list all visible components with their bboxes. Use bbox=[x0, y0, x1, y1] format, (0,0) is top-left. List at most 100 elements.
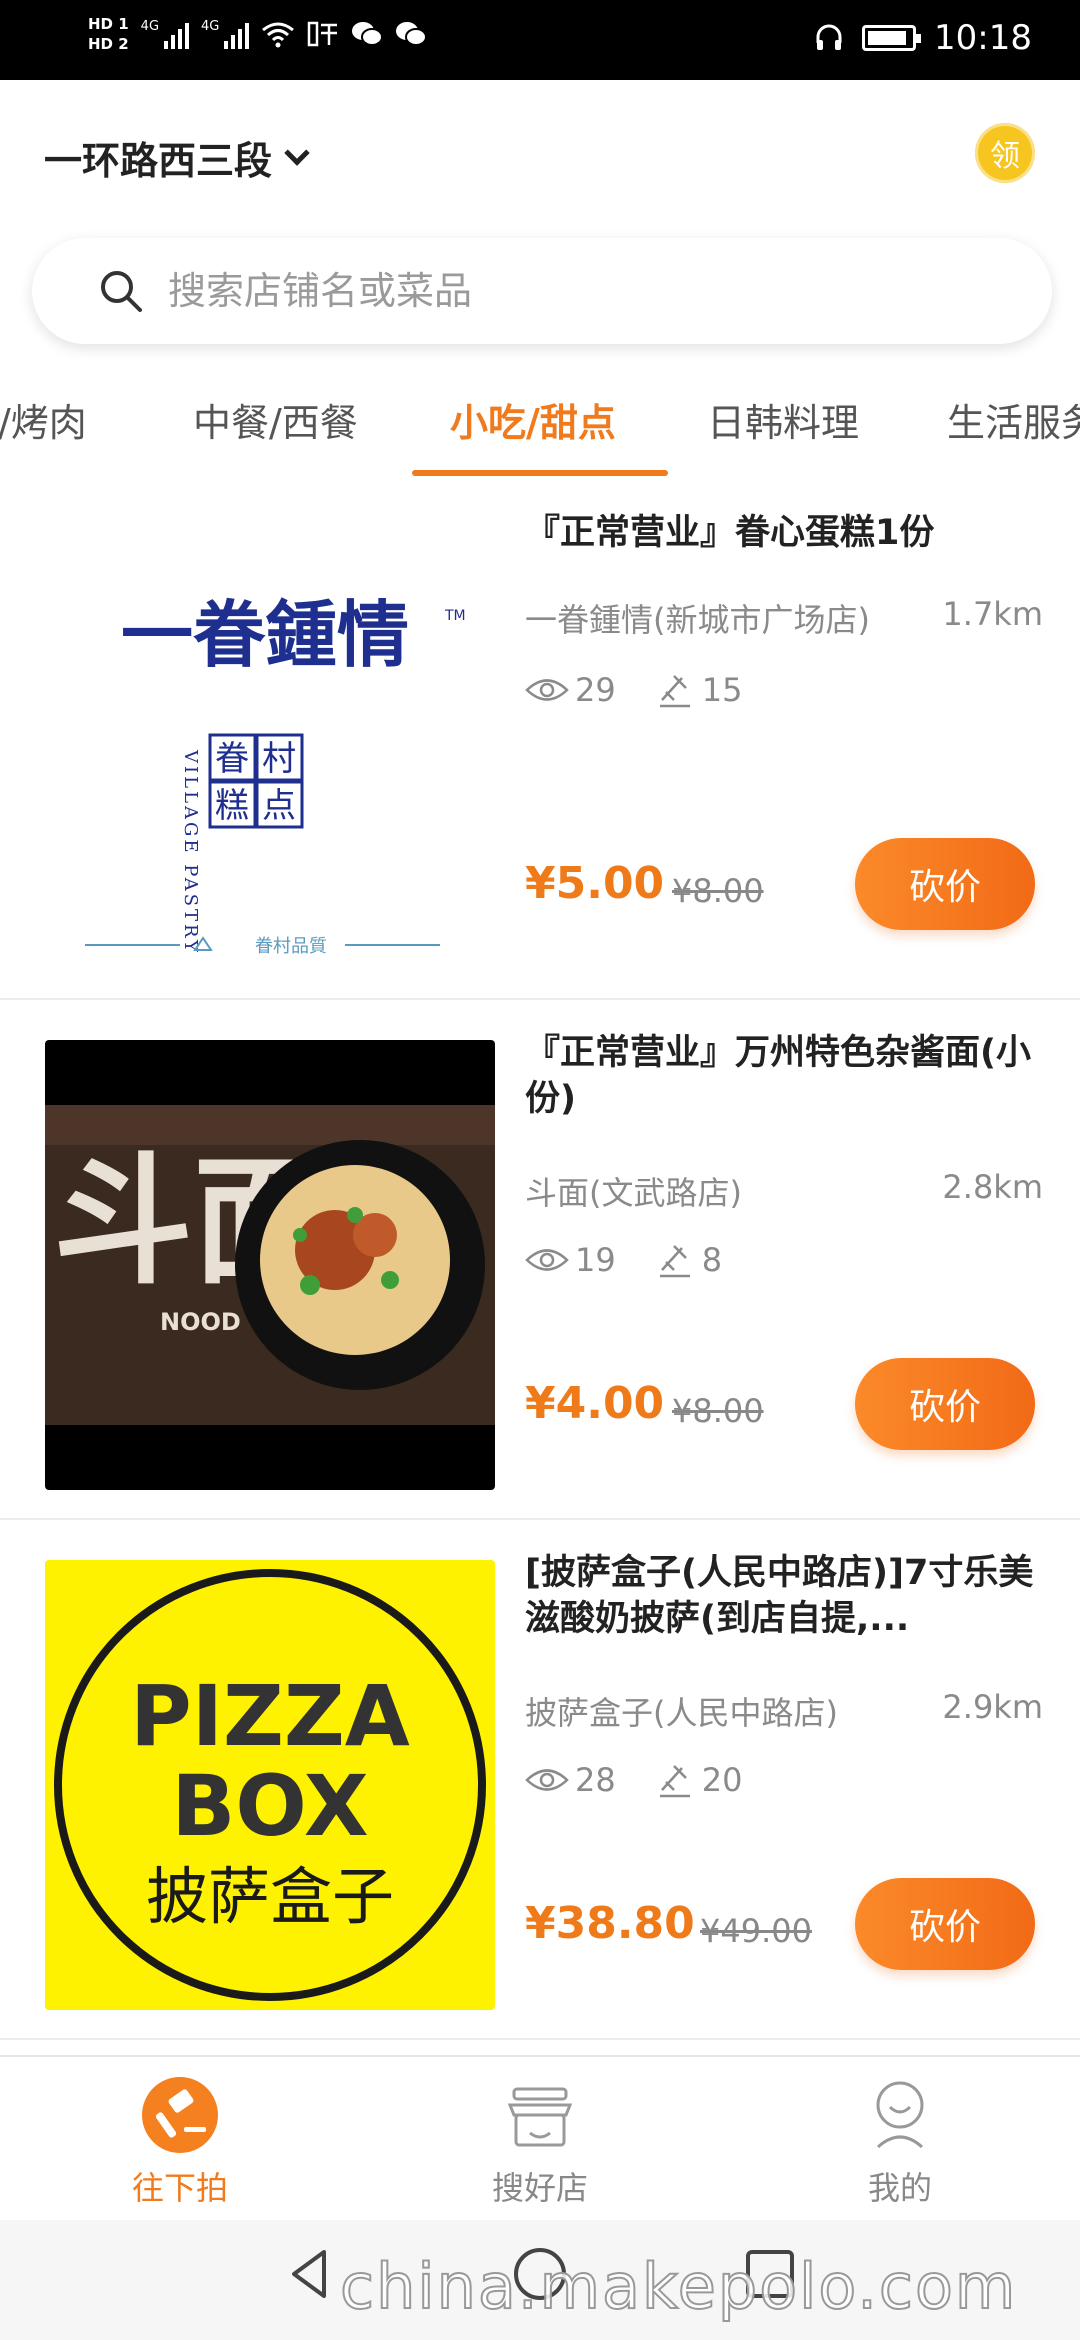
signal-icon: 4G bbox=[140, 19, 190, 49]
watermark-text: china.makepolo.com bbox=[339, 2249, 1018, 2324]
nav-shops-label: 搜好店 bbox=[491, 2169, 588, 2207]
views-stat: 28 bbox=[525, 1761, 616, 1799]
logo-line1-text: PIZZA bbox=[130, 1667, 410, 1765]
product-stats: 19 8 bbox=[525, 1240, 762, 1280]
coupon-button[interactable]: 领 bbox=[975, 123, 1035, 183]
gavel-icon bbox=[659, 1245, 690, 1278]
logo-sub-text: 村 bbox=[262, 739, 296, 779]
views-stat: 29 bbox=[525, 671, 616, 709]
eye-icon bbox=[525, 679, 569, 701]
bargain-button[interactable]: 砍价 bbox=[855, 838, 1035, 930]
bargain-button[interactable]: 砍价 bbox=[855, 1878, 1035, 1970]
product-title: [披萨盒子(人民中路店)]7寸乐美滋酸奶披萨(到店自提,... bbox=[525, 1553, 1034, 1639]
logo-brand-text: 一眷鍾情 bbox=[121, 592, 409, 677]
search-input[interactable] bbox=[168, 269, 868, 313]
product-image: 一眷鍾情 TM VILLAGE PASTRY 眷 村 糕 点 眷村品質 bbox=[45, 520, 495, 970]
hd-indicator: HD 1 HD 2 bbox=[88, 14, 129, 54]
bids-count: 15 bbox=[701, 671, 743, 709]
product-image: PIZZA BOX 披萨盒子 bbox=[45, 1560, 495, 2010]
eye-icon bbox=[525, 1769, 569, 1791]
shop-name: 斗面(文武路店) bbox=[525, 1174, 742, 1212]
product-card[interactable]: 斗面 NOOD 『正常营业』万州特色杂酱面(小份) 斗面(文武路店) 2.8km… bbox=[0, 1000, 1080, 1520]
net1-label: 4G bbox=[140, 19, 160, 34]
wechat-icon bbox=[352, 22, 384, 46]
logo-tagline-text: 眷村品質 bbox=[255, 936, 327, 957]
brand-logo: 一眷鍾情 TM VILLAGE PASTRY 眷 村 糕 点 眷村品質 bbox=[85, 592, 466, 957]
tab-snacks-desserts[interactable]: 小吃/甜点 bbox=[450, 392, 616, 447]
bids-stat: 20 bbox=[656, 1760, 743, 1800]
product-image: 斗面 NOOD bbox=[45, 1040, 495, 1490]
status-left: HD 1 HD 2 4G 4G bbox=[88, 14, 428, 54]
views-stat: 19 bbox=[525, 1241, 616, 1279]
nav-auction[interactable]: 往下拍 bbox=[80, 2075, 280, 2209]
tab-bbq[interactable]: 烤/烤肉 bbox=[0, 392, 87, 447]
sale-price: ¥38.80 bbox=[525, 1898, 695, 1949]
views-count: 28 bbox=[575, 1761, 616, 1799]
original-price: ¥8.00 bbox=[672, 1392, 764, 1430]
logo-line3-text: 披萨盒子 bbox=[146, 1860, 394, 1933]
coupon-label: 领 bbox=[990, 139, 1020, 174]
location-label: 一环路西三段 bbox=[44, 139, 273, 183]
sale-price: ¥5.00 bbox=[525, 858, 665, 909]
noodle-photo: 斗面 NOOD bbox=[45, 1105, 495, 1425]
wechat-icon bbox=[396, 22, 428, 46]
eye-icon bbox=[525, 1249, 569, 1271]
bargain-button[interactable]: 砍价 bbox=[855, 1358, 1035, 1450]
logo-sub-text: 眷 bbox=[215, 739, 249, 779]
product-title: 『正常营业』万州特色杂酱面(小份) bbox=[525, 1033, 1031, 1119]
battery-icon bbox=[862, 25, 922, 51]
net2-label: 4G bbox=[201, 19, 220, 34]
signal-icon: 4G bbox=[201, 19, 250, 49]
distance: 1.7km bbox=[942, 595, 1043, 633]
tab-japanese-korean[interactable]: 日韩料理 bbox=[707, 392, 859, 447]
nav-profile[interactable]: 我的 bbox=[800, 2075, 1000, 2209]
bids-stat: 8 bbox=[656, 1240, 722, 1280]
nav-auction-label: 往下拍 bbox=[131, 2169, 228, 2207]
logo-tm-text: TM bbox=[444, 608, 466, 624]
logo-line2-text: BOX bbox=[171, 1757, 368, 1855]
views-count: 19 bbox=[575, 1241, 616, 1279]
logo-english-text: VILLAGE PASTRY bbox=[180, 749, 201, 955]
product-card[interactable]: PIZZA BOX 披萨盒子 [披萨盒子(人民中路店)]7寸乐美滋酸奶披萨(到店… bbox=[0, 1520, 1080, 2040]
distance: 2.8km bbox=[942, 1168, 1043, 1206]
chevron-down-icon bbox=[284, 139, 310, 166]
category-tabs: 烤/烤肉 中餐/西餐 小吃/甜点 日韩料理 生活服务 bbox=[0, 380, 1080, 480]
product-stats: 29 15 bbox=[525, 670, 782, 710]
auction-hammer-icon bbox=[142, 2077, 218, 2153]
views-count: 29 bbox=[575, 671, 616, 709]
location-selector[interactable]: 一环路西三段 bbox=[44, 130, 310, 185]
bids-count: 8 bbox=[701, 1241, 723, 1279]
shop-name: 一眷鍾情(新城市广场店) bbox=[525, 601, 870, 639]
original-price: ¥49.00 bbox=[700, 1912, 812, 1950]
sale-price: ¥4.00 bbox=[525, 1378, 665, 1429]
shop-name: 披萨盒子(人民中路店) bbox=[525, 1694, 838, 1732]
listen-icon bbox=[308, 21, 338, 47]
clock: 10:18 bbox=[934, 18, 1032, 58]
pizza-box-logo: PIZZA BOX 披萨盒子 bbox=[54, 1569, 486, 2001]
nav-profile-label: 我的 bbox=[867, 2169, 932, 2207]
bids-count: 20 bbox=[701, 1761, 743, 1799]
status-bar: HD 1 HD 2 4G 4G 10:18 bbox=[0, 0, 1080, 80]
shop-icon bbox=[507, 2087, 573, 2147]
logo-english-text: NOOD bbox=[160, 1308, 241, 1336]
bids-stat: 15 bbox=[656, 670, 743, 710]
gavel-icon bbox=[659, 675, 690, 708]
status-right: 10:18 bbox=[814, 18, 1032, 58]
hd1-label: HD 1 bbox=[88, 15, 129, 33]
product-stats: 28 20 bbox=[525, 1760, 782, 1800]
search-icon bbox=[101, 271, 142, 312]
headphones-icon bbox=[816, 24, 842, 50]
gavel-icon bbox=[659, 1765, 690, 1798]
tab-life-services[interactable]: 生活服务 bbox=[947, 392, 1080, 447]
active-tab-indicator bbox=[412, 470, 668, 476]
wifi-icon bbox=[262, 22, 295, 48]
logo-sub-text: 糕 bbox=[215, 786, 249, 826]
back-icon[interactable] bbox=[280, 2244, 340, 2304]
nav-shops[interactable]: 搜好店 bbox=[440, 2075, 640, 2209]
hd2-label: HD 2 bbox=[88, 35, 129, 53]
search-bar[interactable] bbox=[32, 238, 1052, 344]
user-icon bbox=[876, 2081, 924, 2149]
product-card[interactable]: 一眷鍾情 TM VILLAGE PASTRY 眷 村 糕 点 眷村品質 『正常营… bbox=[0, 480, 1080, 1000]
original-price: ¥8.00 bbox=[672, 872, 764, 910]
tab-chinese-western[interactable]: 中餐/西餐 bbox=[193, 392, 358, 447]
